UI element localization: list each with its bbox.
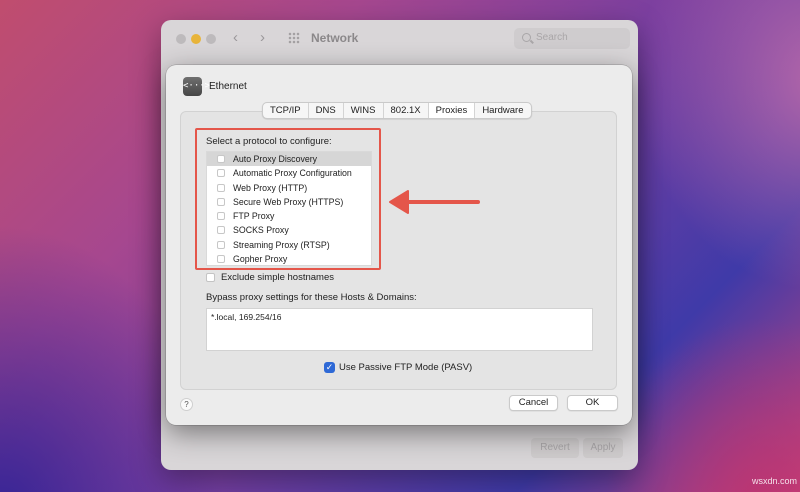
cancel-button[interactable]: Cancel [509, 395, 558, 411]
search-placeholder: Search [536, 32, 568, 43]
zoom-window-button[interactable] [206, 34, 216, 44]
passive-ftp-label: Use Passive FTP Mode (PASV) [339, 362, 473, 373]
tab-proxies[interactable]: Proxies [428, 103, 476, 118]
chevron-left-icon[interactable]: ‹ [233, 29, 238, 46]
bypass-label: Bypass proxy settings for these Hosts & … [206, 292, 417, 303]
tab-wins[interactable]: WINS [344, 103, 384, 118]
ethernet-icon: <···> [183, 77, 210, 96]
tab-8021x[interactable]: 802.1X [384, 103, 429, 118]
exclude-hostnames-label: Exclude simple hostnames [221, 272, 334, 283]
search-icon [522, 33, 531, 42]
show-all-grid-icon[interactable] [288, 32, 300, 44]
search-field[interactable]: Search [514, 28, 630, 49]
annotation-arrow-icon [389, 190, 480, 214]
watermark: wsxdn.com [752, 476, 798, 486]
window-title: Network [311, 31, 359, 45]
help-button[interactable]: ? [180, 398, 193, 411]
tab-hardware[interactable]: Hardware [475, 103, 530, 118]
proxies-sheet: <···> Ethernet TCP/IP DNS WINS 802.1X Pr… [166, 65, 632, 425]
minimize-window-button[interactable] [191, 34, 201, 44]
exclude-simple-hostnames[interactable]: Exclude simple hostnames [206, 272, 334, 284]
revert-button[interactable]: Revert [531, 438, 579, 458]
ok-button[interactable]: OK [567, 395, 618, 411]
chevron-right-icon[interactable]: › [260, 29, 265, 46]
apply-button[interactable]: Apply [583, 438, 623, 458]
interface-name: Ethernet [209, 81, 247, 92]
passive-ftp-option[interactable]: ✓ Use Passive FTP Mode (PASV) [324, 362, 472, 374]
exclude-hostnames-checkbox[interactable] [206, 273, 215, 282]
tab-dns[interactable]: DNS [309, 103, 344, 118]
bypass-hosts-field[interactable]: *.local, 169.254/16 [206, 308, 593, 351]
close-window-button[interactable] [176, 34, 186, 44]
annotation-highlight-box [195, 128, 381, 270]
checkmark-icon[interactable]: ✓ [324, 362, 335, 373]
tab-tcpip[interactable]: TCP/IP [263, 103, 309, 118]
window-toolbar: ‹ › Network Search [161, 20, 638, 58]
tab-bar: TCP/IP DNS WINS 802.1X Proxies Hardware [262, 102, 532, 119]
